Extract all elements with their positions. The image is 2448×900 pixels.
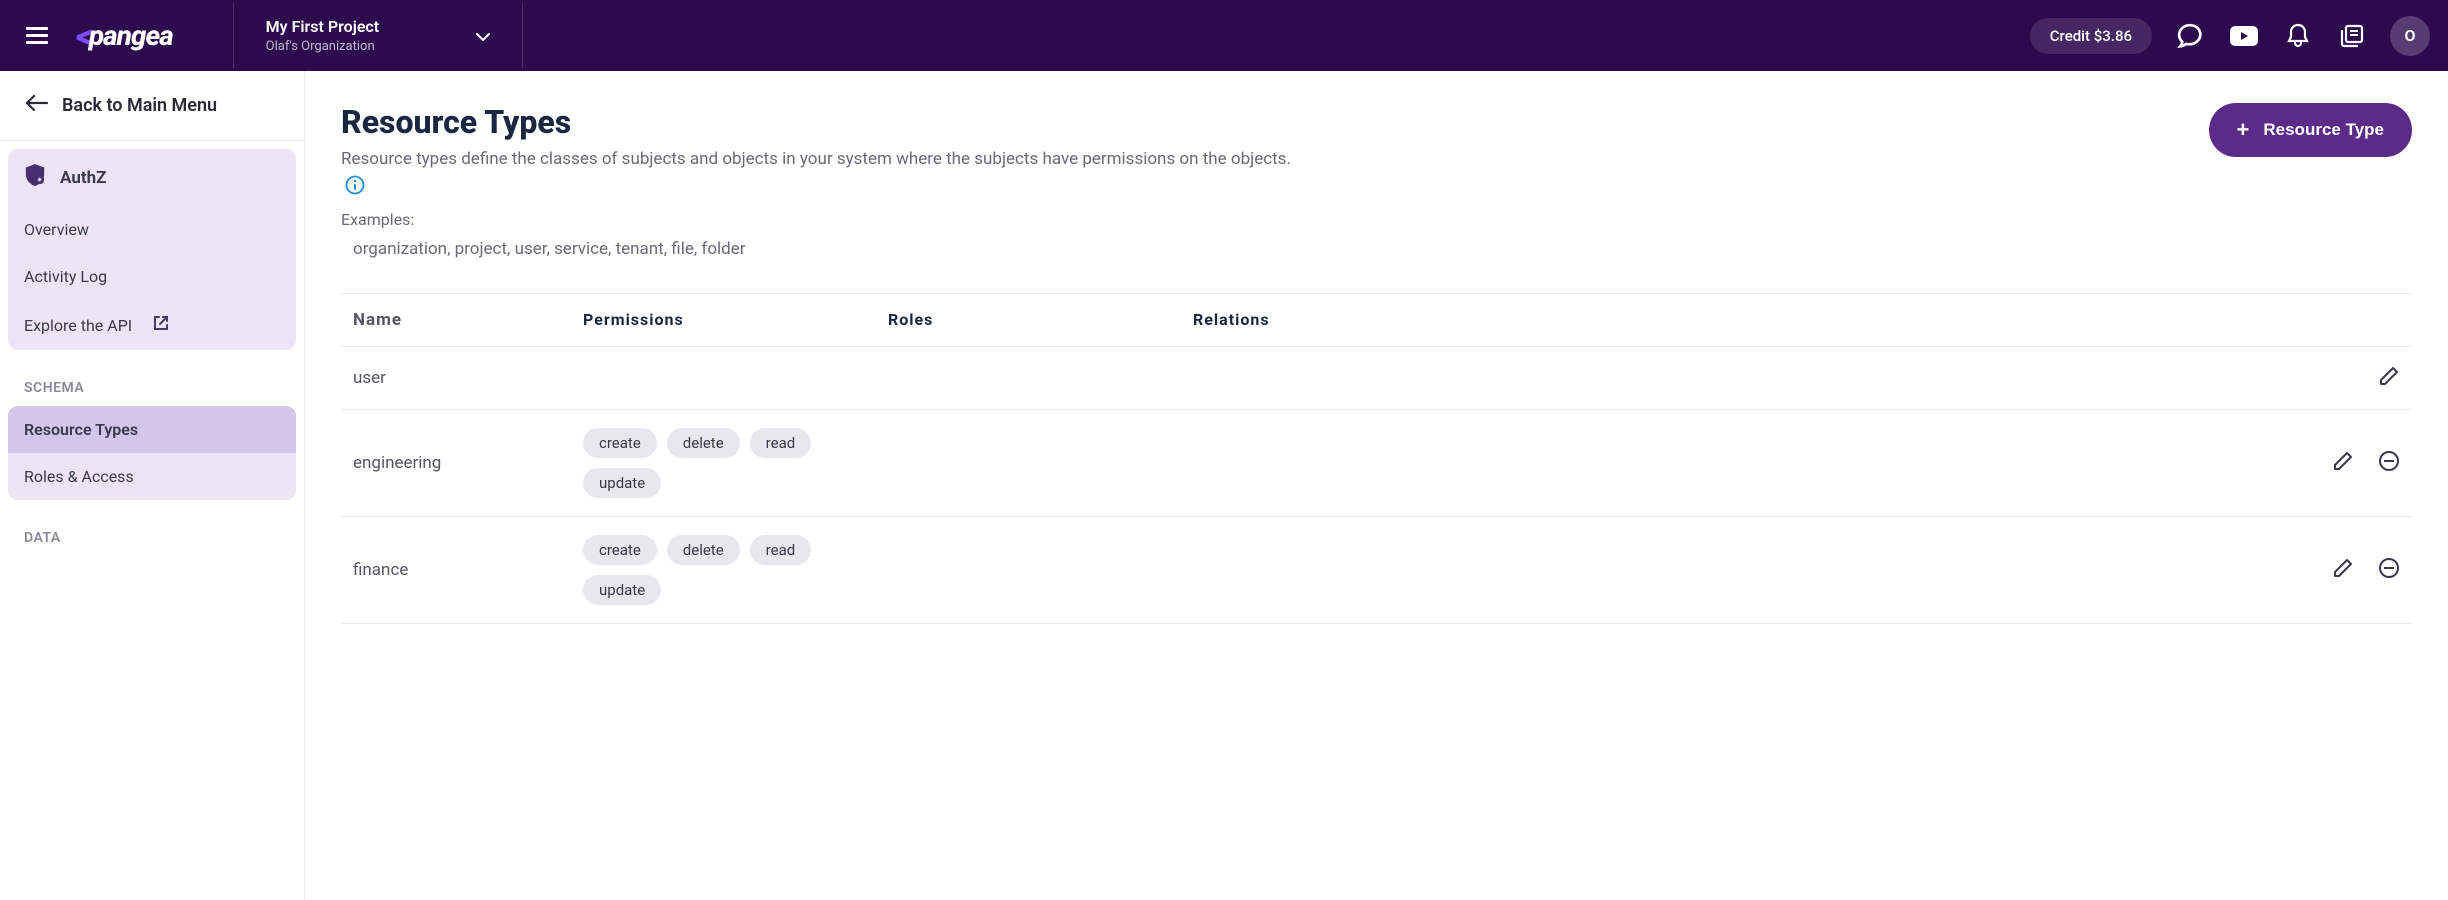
edit-icon[interactable] [2332, 557, 2354, 583]
row-name: user [353, 368, 583, 388]
row-actions [2310, 557, 2400, 583]
permission-pill: update [583, 575, 661, 605]
sidebar-item-roles-access[interactable]: Roles & Access [8, 453, 296, 500]
shield-icon [24, 163, 46, 192]
bell-icon[interactable] [2282, 20, 2314, 52]
row-name: engineering [353, 453, 583, 473]
sidebar-heading-data: DATA [8, 512, 296, 556]
credit-badge[interactable]: Credit $3.86 [2030, 18, 2152, 54]
table-row: engineeringcreate delete read update [341, 410, 2412, 517]
avatar[interactable]: O [2390, 16, 2430, 56]
table-row: user [341, 347, 2412, 410]
project-name: My First Project [266, 17, 379, 36]
col-roles-header: Roles [888, 310, 1193, 330]
chevron-down-icon [476, 26, 490, 45]
row-actions [2310, 365, 2400, 391]
arrow-left-icon [26, 95, 48, 116]
examples-label: Examples: [341, 210, 1311, 229]
sidebar-service-label: AuthZ [60, 168, 106, 188]
page-subtitle: Resource types define the classes of sub… [341, 147, 1311, 198]
youtube-icon[interactable] [2228, 20, 2260, 52]
logo[interactable]: < pangea [76, 17, 173, 55]
table-row: financecreate delete read update [341, 517, 2412, 624]
table-header: Name Permissions Roles Relations [341, 293, 2412, 347]
permission-pill: update [583, 468, 661, 498]
main-content: Resource Types Resource types define the… [305, 71, 2448, 900]
sidebar-item-resource-types[interactable]: Resource Types [8, 406, 296, 453]
chat-icon[interactable] [2174, 20, 2206, 52]
hamburger-menu[interactable] [18, 19, 56, 52]
edit-icon[interactable] [2378, 365, 2400, 391]
project-selector[interactable]: My First Project Olaf's Organization [233, 3, 523, 68]
edit-icon[interactable] [2332, 450, 2354, 476]
remove-icon[interactable] [2378, 450, 2400, 476]
col-relations-header: Relations [1193, 310, 2310, 330]
sidebar-item-explore-api[interactable]: Explore the API [8, 300, 296, 350]
add-resource-type-button[interactable]: + Resource Type [2209, 103, 2412, 157]
logo-text: pangea [89, 19, 173, 52]
top-header: < pangea My First Project Olaf's Organiz… [0, 0, 2448, 71]
project-info: My First Project Olaf's Organization [266, 17, 379, 54]
col-name-header: Name [353, 310, 583, 330]
col-permissions-header: Permissions [583, 310, 888, 330]
sidebar: Back to Main Menu AuthZ Overview Activit… [0, 71, 305, 900]
button-label: Resource Type [2263, 120, 2384, 140]
remove-icon[interactable] [2378, 557, 2400, 583]
row-permissions: create delete read update [583, 428, 888, 498]
permission-pill: read [750, 535, 812, 565]
permission-pill: delete [667, 535, 740, 565]
page-title: Resource Types [341, 103, 1311, 141]
row-actions [2310, 450, 2400, 476]
sidebar-item-activity-log[interactable]: Activity Log [8, 253, 296, 300]
sidebar-heading-schema: SCHEMA [8, 362, 296, 406]
row-name: finance [353, 560, 583, 580]
header-right: Credit $3.86 O [2030, 16, 2430, 56]
permission-pill: delete [667, 428, 740, 458]
examples-list: organization, project, user, service, te… [341, 239, 1311, 259]
library-icon[interactable] [2336, 20, 2368, 52]
row-permissions: create delete read update [583, 535, 888, 605]
external-link-icon [152, 314, 170, 336]
sidebar-item-overview[interactable]: Overview [8, 206, 296, 253]
permission-pill: create [583, 535, 657, 565]
org-name: Olaf's Organization [266, 39, 379, 54]
plus-icon: + [2237, 119, 2250, 141]
info-icon[interactable] [345, 175, 365, 195]
resource-types-table: Name Permissions Roles Relations user eng… [341, 293, 2412, 624]
sidebar-item-authz[interactable]: AuthZ [8, 149, 296, 206]
permission-pill: create [583, 428, 657, 458]
permission-pill: read [750, 428, 812, 458]
back-label: Back to Main Menu [62, 95, 217, 116]
back-to-main[interactable]: Back to Main Menu [0, 71, 304, 141]
